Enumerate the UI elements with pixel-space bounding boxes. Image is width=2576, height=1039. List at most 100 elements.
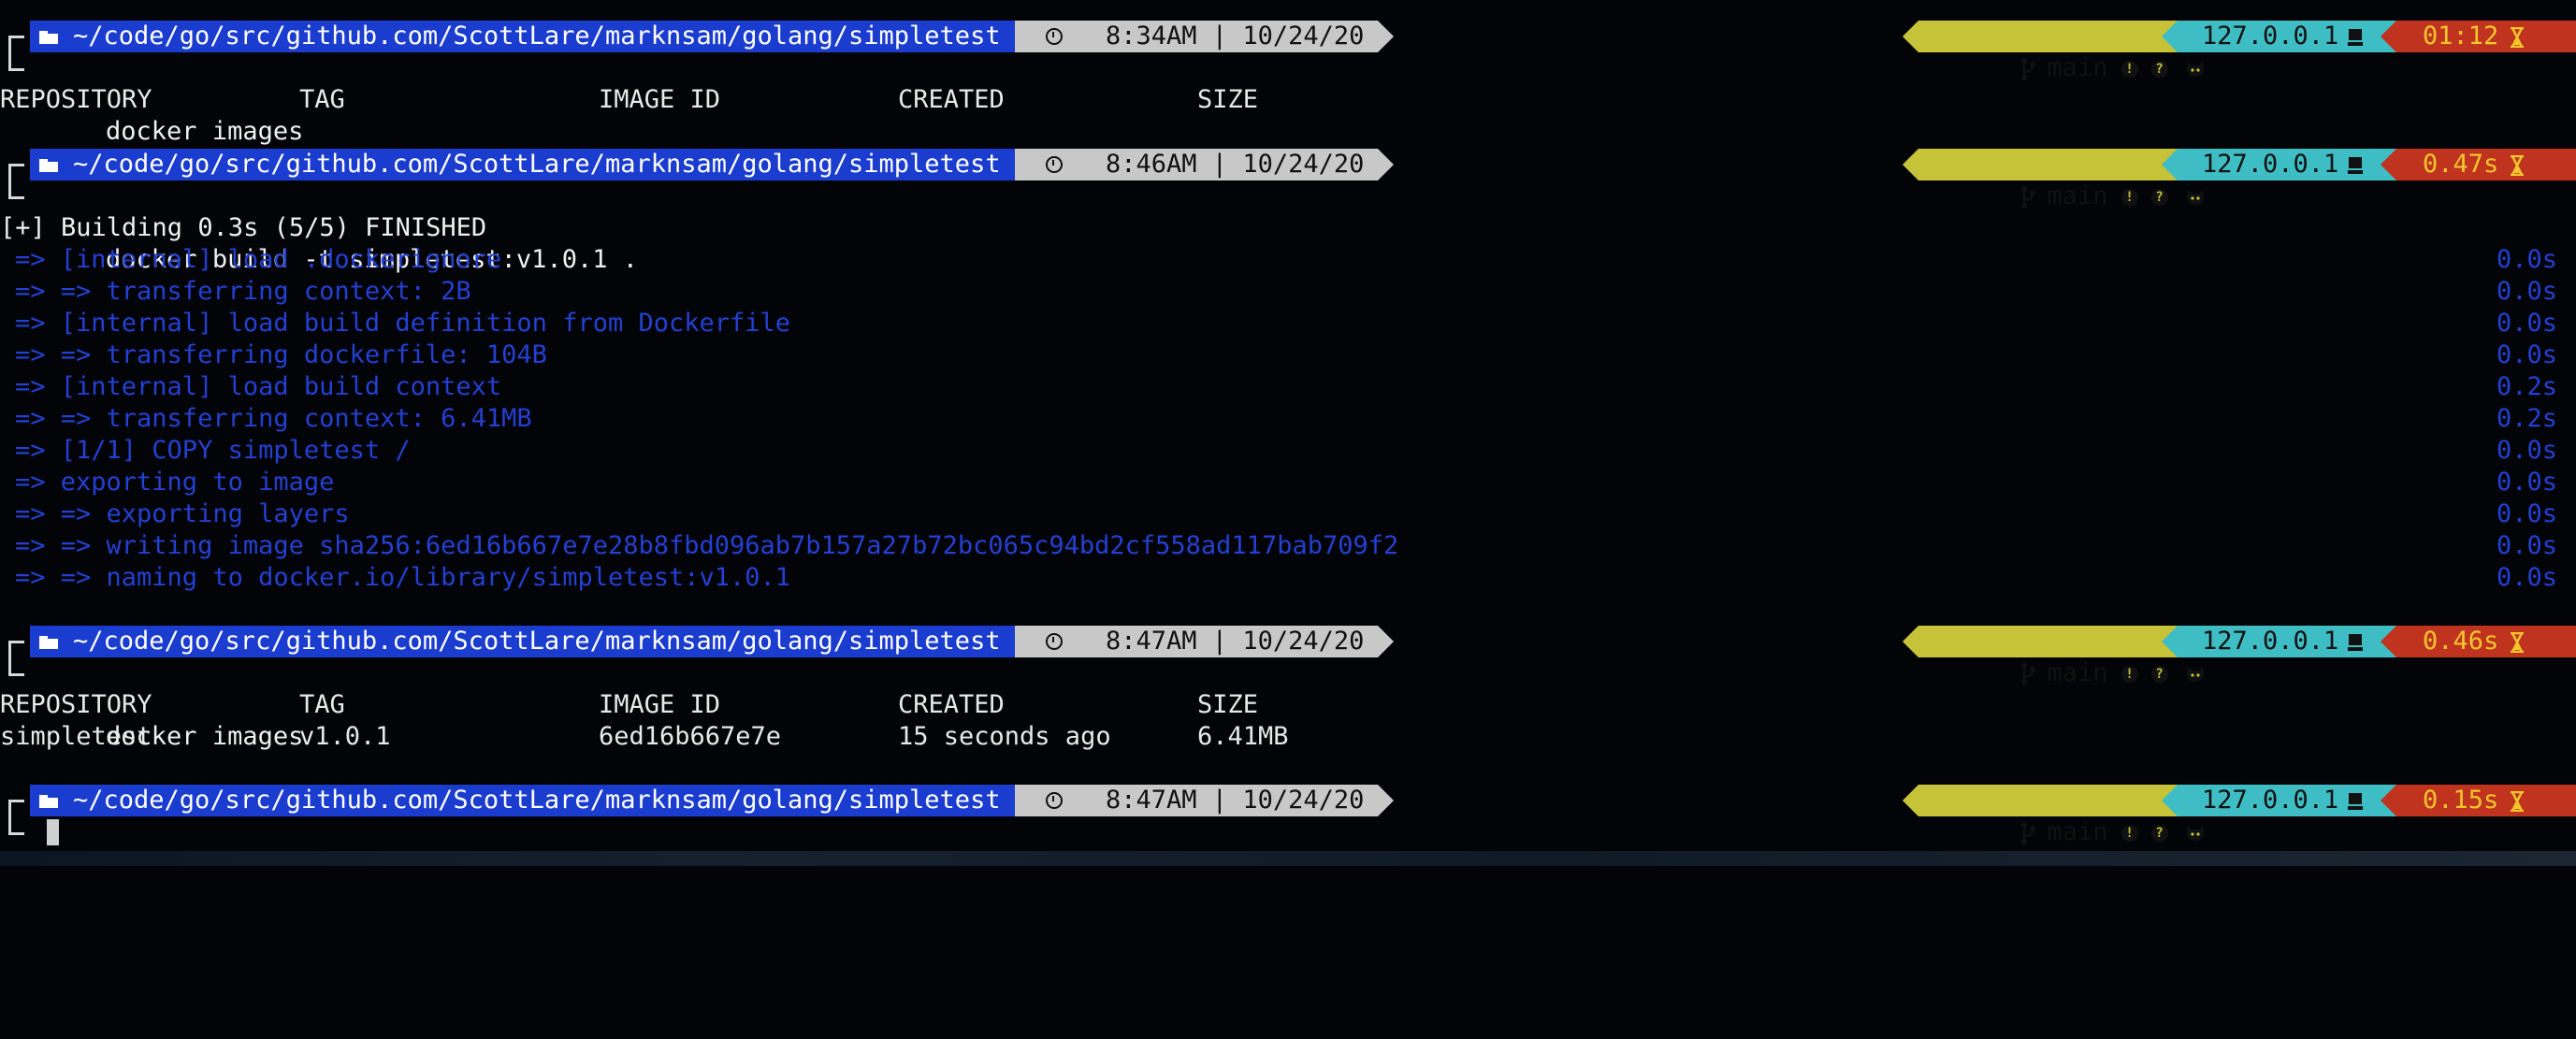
- date-text: 10/24/20: [1242, 22, 1365, 51]
- build-step-text: => => naming to docker.io/library/simple…: [15, 563, 791, 592]
- prompt-line: ~/code/go/src/github.com/ScottLare/markn…: [0, 21, 2576, 82]
- build-step-text: => => exporting layers: [15, 499, 350, 528]
- build-step: => => transferring dockerfile: 104B 0.0s: [0, 339, 2576, 371]
- folder-icon: [39, 30, 58, 44]
- header-size: SIZE: [1197, 690, 1259, 719]
- build-step-time: 0.0s: [2496, 245, 2557, 274]
- duration-segment: 01:12: [2381, 21, 2576, 52]
- images-header-row: REPOSITORY TAG IMAGE ID CREATED SIZE: [0, 689, 2576, 721]
- build-step-text: => => transferring context: 2B: [15, 277, 471, 306]
- git-segment: main!?: [1903, 149, 2204, 210]
- build-step-time: 0.0s: [2496, 563, 2557, 592]
- path-segment: ~/code/go/src/github.com/ScottLare/markn…: [30, 785, 1031, 816]
- build-step: => exporting to image 0.0s: [0, 467, 2576, 498]
- header-size: SIZE: [1197, 85, 1259, 114]
- time-segment: 8:47AM | 10/24/20: [1015, 626, 1394, 657]
- host-segment: 127.0.0.1: [2162, 785, 2396, 816]
- build-step-time: 0.0s: [2496, 468, 2557, 497]
- build-step-time: 0.0s: [2496, 499, 2557, 528]
- clock-icon: [1046, 791, 1063, 809]
- time-segment: 8:46AM | 10/24/20: [1015, 149, 1394, 180]
- path-text: ~/code/go/src/github.com/ScottLare/markn…: [73, 150, 1001, 179]
- duration-text: 0.47s: [2423, 150, 2499, 179]
- path-segment: ~/code/go/src/github.com/ScottLare/markn…: [30, 149, 1031, 180]
- header-image-id: IMAGE ID: [599, 85, 721, 114]
- host-segment: 127.0.0.1: [2162, 21, 2396, 52]
- prompt-corner: [8, 180, 24, 199]
- computer-icon: [2348, 28, 2364, 46]
- prompt-line: ~/code/go/src/github.com/ScottLare/markn…: [0, 149, 2576, 210]
- build-step: => => exporting layers 0.0s: [0, 498, 2576, 530]
- host-segment: 127.0.0.1: [2162, 149, 2396, 180]
- build-step-time: 0.0s: [2496, 531, 2557, 560]
- time-text: 8:34AM: [1106, 22, 1197, 51]
- build-step-time: 0.0s: [2496, 436, 2557, 465]
- path-text: ~/code/go/src/github.com/ScottLare/markn…: [73, 627, 1001, 656]
- host-text: 127.0.0.1: [2202, 786, 2339, 815]
- build-step-text: => => transferring dockerfile: 104B: [15, 340, 547, 369]
- date-text: 10/24/20: [1242, 627, 1365, 656]
- host-text: 127.0.0.1: [2202, 627, 2339, 656]
- cell-created: 15 seconds ago: [898, 722, 1111, 751]
- header-tag: TAG: [299, 690, 345, 719]
- duration-segment: 0.15s: [2381, 785, 2576, 816]
- header-repository: REPOSITORY: [0, 85, 152, 114]
- git-segment: main!?: [1903, 21, 2204, 82]
- cell-image-id: 6ed16b667e7e: [599, 722, 782, 751]
- build-step: => => writing image sha256:6ed16b667e7e2…: [0, 530, 2576, 562]
- hourglass-icon: [2511, 631, 2525, 653]
- time-text: 8:46AM: [1106, 150, 1197, 179]
- duration-text: 01:12: [2423, 22, 2499, 51]
- folder-icon: [39, 794, 58, 808]
- build-summary: [+] Building 0.3s (5/5) FINISHED: [0, 213, 487, 242]
- command-text: docker images: [106, 117, 304, 146]
- path-segment: ~/code/go/src/github.com/ScottLare/markn…: [30, 626, 1031, 657]
- prompt-corner: [8, 657, 24, 676]
- duration-text: 0.15s: [2423, 786, 2499, 815]
- desktop-background-strip: [0, 851, 2576, 866]
- path-segment: ~/code/go/src/github.com/ScottLare/markn…: [30, 21, 1031, 52]
- build-step: => [internal] load .dockerignore 0.0s: [0, 244, 2576, 276]
- build-step-text: => => writing image sha256:6ed16b667e7e2…: [15, 531, 1399, 560]
- build-step-time: 0.2s: [2496, 372, 2557, 401]
- header-created: CREATED: [898, 85, 1005, 114]
- prompt-line: ~/code/go/src/github.com/ScottLare/markn…: [0, 626, 2576, 687]
- hourglass-icon: [2511, 790, 2525, 812]
- build-step: => [internal] load build definition from…: [0, 308, 2576, 339]
- computer-icon: [2348, 792, 2364, 810]
- cell-tag: v1.0.1: [299, 722, 391, 751]
- prompt-corner: [8, 816, 24, 835]
- header-image-id: IMAGE ID: [599, 690, 721, 719]
- build-step: => => transferring context: 2B 0.0s: [0, 276, 2576, 308]
- build-step-text: => exporting to image: [15, 468, 335, 497]
- duration-segment: 0.46s: [2381, 626, 2576, 657]
- path-text: ~/code/go/src/github.com/ScottLare/markn…: [73, 786, 1001, 815]
- build-step: => [1/1] COPY simpletest / 0.0s: [0, 435, 2576, 467]
- time-text: 8:47AM: [1106, 627, 1197, 656]
- folder-icon: [39, 635, 58, 649]
- build-step-text: => [internal] load build context: [15, 372, 502, 401]
- build-step-text: => [internal] load .dockerignore: [15, 245, 502, 274]
- clock-icon: [1046, 27, 1063, 45]
- folder-icon: [39, 158, 58, 172]
- command-input[interactable]: [61, 881, 106, 910]
- time-segment: 8:34AM | 10/24/20: [1015, 21, 1394, 52]
- time-segment: 8:47AM | 10/24/20: [1015, 785, 1394, 816]
- images-header-row: REPOSITORY TAG IMAGE ID CREATED SIZE: [0, 84, 2576, 116]
- terminal-window[interactable]: ~/code/go/src/github.com/ScottLare/markn…: [0, 0, 2576, 866]
- path-text: ~/code/go/src/github.com/ScottLare/markn…: [73, 22, 1001, 51]
- cell-repository: simpletest: [0, 722, 152, 751]
- command-line: docker images: [0, 52, 2576, 146]
- build-step-text: => => transferring context: 6.41MB: [15, 404, 532, 433]
- build-step-text: => [internal] load build definition from…: [15, 309, 791, 338]
- host-segment: 127.0.0.1: [2162, 626, 2396, 657]
- date-text: 10/24/20: [1242, 150, 1365, 179]
- command-line: [0, 816, 2576, 848]
- computer-icon: [2348, 633, 2364, 651]
- build-step: => => transferring context: 6.41MB 0.2s: [0, 403, 2576, 435]
- build-step-time: 0.2s: [2496, 404, 2557, 433]
- images-table-row: simpletest v1.0.1 6ed16b667e7e 15 second…: [0, 721, 2576, 753]
- prompt-corner: [8, 52, 24, 71]
- text-cursor[interactable]: [47, 819, 59, 845]
- duration-segment: 0.47s: [2381, 149, 2576, 180]
